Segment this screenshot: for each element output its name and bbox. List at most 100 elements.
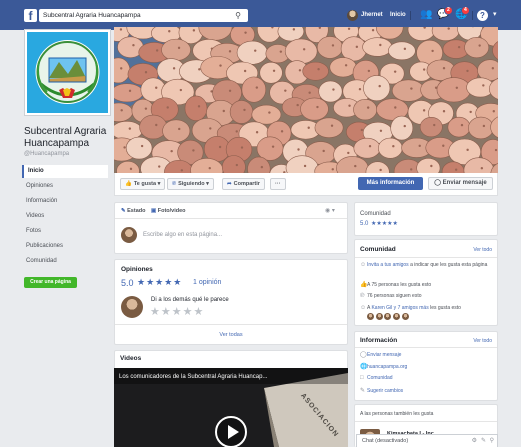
potato-shape [391,79,425,102]
see-all-reviews-link[interactable]: Ver todas [115,332,347,338]
more-options-button[interactable]: ··· [270,178,286,190]
composer-input[interactable]: Escribe algo en esta página... [143,232,222,238]
potato-eye [218,145,222,149]
potato-eye [378,84,381,88]
account-menu-chevron-icon[interactable]: ▾ [493,10,497,18]
friend-avatar[interactable] [384,313,392,320]
friend-avatar[interactable] [401,313,409,320]
potato-eye [268,111,271,114]
messages-badge: 2 [444,6,453,15]
video-title[interactable]: Los comunicadores de la Subcentral Agrar… [119,374,267,380]
friends-icon[interactable]: 👥 [420,9,432,20]
sidebar-item-opiniones[interactable]: Opiniones [22,180,108,193]
search-box[interactable]: ⚲ [39,9,248,22]
invite-friends-link[interactable]: Invita a tus amigos [367,262,409,268]
sidebar-item-inicio[interactable]: Inicio [22,165,108,178]
help-icon[interactable]: ? [477,10,488,21]
share-button[interactable]: ➦ Compartir [222,178,265,190]
messenger-icon: ◯ [434,180,441,186]
nav-divider [410,11,411,20]
chat-settings-icon[interactable]: ⚙ [472,437,477,444]
potato-shape [302,61,329,81]
potato-eye [422,109,426,112]
video-play-button[interactable] [215,416,247,447]
composer-tab-status[interactable]: ✎ Estado [121,208,145,214]
reviews-title[interactable]: Opiniones [121,266,153,273]
chat-search-icon[interactable]: ⚲ [490,437,494,444]
chat-status-label[interactable]: Chat (desactivado) [362,438,408,444]
friend-avatar[interactable] [393,313,401,320]
send-message-button[interactable]: ◯ Enviar mensaje [428,177,493,190]
share-arrow-icon: ➦ [227,181,232,187]
user-avatar[interactable] [347,10,358,21]
friends-like-row: ☺A Karen Gil y 7 amigos más les gusta es… [360,305,494,311]
page-title[interactable]: Subcentral Agraria Huancapampa [24,126,114,150]
sidebar-item-videos[interactable]: Videos [22,210,108,223]
page-handle[interactable]: @Huancapampa [24,151,69,157]
potato-eye [492,110,495,113]
friend-avatar[interactable] [367,313,374,320]
messenger-icon: ◯ [360,352,367,358]
potato-eye [303,164,307,168]
sidebar-item-fotos[interactable]: Fotos [22,225,108,238]
potato-eye [209,127,212,130]
more-info-button[interactable]: Más información [358,177,423,190]
page-identity-selector[interactable]: ◉ ▾ [325,207,335,214]
nav-user-name[interactable]: Jhernet [361,12,383,18]
reviews-count[interactable]: 1 opinión [193,279,221,286]
globe-icon: 🌐 [360,364,368,370]
potato-shape [468,116,494,140]
search-input[interactable] [39,9,227,22]
cover-photo[interactable] [114,27,498,173]
potato-eye [177,46,181,50]
sidebar-item-comunidad[interactable]: Comunidad [22,255,108,268]
create-page-button[interactable]: Crear una página [24,277,77,288]
potato-eye [308,91,311,94]
potato-shape [447,116,471,138]
community-rating-stars: ★★★★★ [371,221,398,227]
potato-shape [300,97,329,121]
like-button[interactable]: 👍 Te gusta ▾ [120,178,166,190]
thumbs-up-icon: 👍 [125,181,132,187]
chat-compose-icon[interactable]: ✎ [481,437,486,444]
sidebar-item-publicaciones[interactable]: Publicaciones [22,240,108,253]
sidebar-item-informacion[interactable]: Información [22,195,108,208]
composer-tab-photo[interactable]: ▣ Foto/video [151,208,186,214]
potato-eye [297,148,300,151]
video-player[interactable]: Los comunicadores de la Subcentral Agrar… [114,368,348,447]
info-send-message-row[interactable]: ◯Enviar mensaje [360,351,401,358]
friends-like-link[interactable]: Karen Gil y 7 amigos más [371,305,428,311]
chat-bar[interactable]: Chat (desactivado) ⚙ ✎ ⚲ [356,434,498,447]
potato-shape [184,95,208,122]
nav-home-link[interactable]: Inicio [390,12,406,18]
info-category-row[interactable]: □ Comunidad [360,375,393,381]
friend-avatar[interactable] [375,313,383,320]
friends-avatars[interactable] [367,313,409,322]
search-icon[interactable]: ⚲ [235,11,241,20]
potato-eye [317,68,320,71]
potato-eye [466,148,469,152]
info-website-row[interactable]: 🌐huancapampa.org [360,363,407,370]
potato-eye [348,104,351,107]
community-see-all-link[interactable]: Ver todo [473,247,492,253]
potato-eye [271,145,275,148]
community-title[interactable]: Comunidad [360,246,396,253]
page-profile-picture[interactable] [25,30,110,115]
potato-eye [170,149,173,153]
potato-eye [393,70,397,73]
information-title[interactable]: Información [360,337,397,344]
follow-button[interactable]: ℗ Siguiendo ▾ [167,178,214,190]
potato-eye [491,67,495,70]
potato-eye [410,168,413,171]
facebook-logo[interactable]: f [24,9,37,23]
information-see-all-link[interactable]: Ver todo [473,338,492,344]
info-suggest-row[interactable]: ✎ Sugerir cambios [360,387,403,394]
potato-eye [198,68,201,71]
review-star-input[interactable]: ★★★★★ [150,305,204,318]
potato-eye [344,64,348,67]
videos-title[interactable]: Videos [120,355,141,362]
related-divider [355,421,497,422]
potato-eye [284,89,287,92]
rss-icon: ℗ [360,293,365,299]
potato-eye [494,148,498,152]
